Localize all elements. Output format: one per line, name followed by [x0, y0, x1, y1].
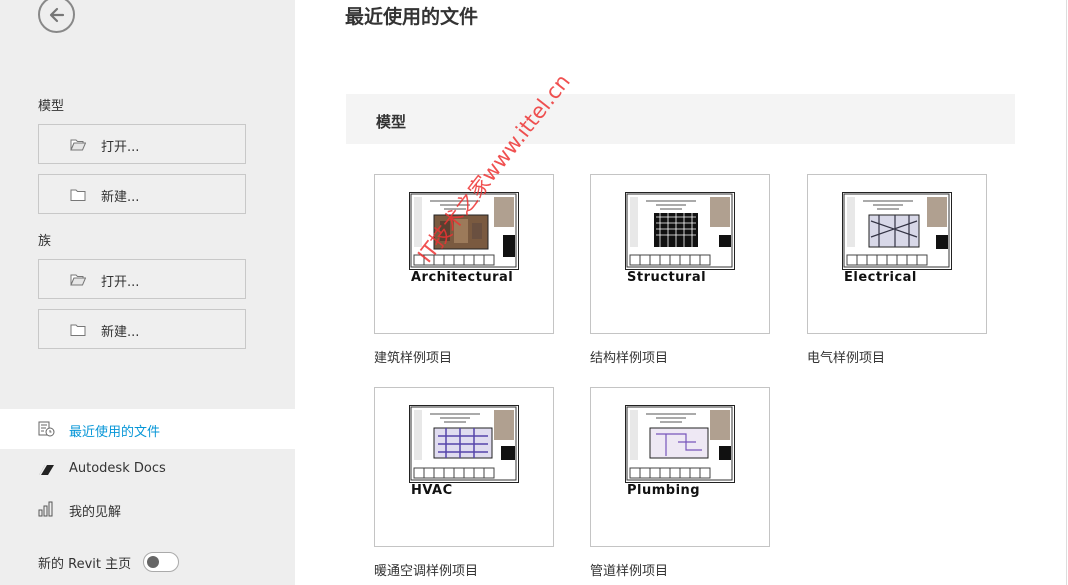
- folder-icon: [70, 189, 86, 201]
- nav-autodesk-docs-label: Autodesk Docs: [69, 461, 166, 476]
- bar-chart-icon: [38, 501, 53, 517]
- new-home-toggle-row: 新的 Revit 主页: [38, 552, 180, 572]
- project-card-label[interactable]: 电气样例项目: [807, 347, 885, 366]
- recent-files-icon: [38, 421, 55, 437]
- thumbnail-discipline-text: Architectural: [411, 270, 514, 285]
- nav-autodesk-docs[interactable]: Autodesk Docs: [0, 449, 295, 489]
- project-thumbnail: [409, 192, 519, 270]
- project-card-label[interactable]: 管道样例项目: [590, 560, 668, 579]
- folder-open-icon: [70, 139, 86, 151]
- new-home-toggle[interactable]: [143, 552, 180, 572]
- thumbnail-discipline-text: Electrical: [844, 270, 917, 285]
- nav-my-insights[interactable]: 我的见解: [0, 489, 295, 529]
- project-thumbnail: [842, 192, 952, 270]
- nav-my-insights-label: 我的见解: [69, 505, 122, 520]
- folder-open-icon: [70, 274, 86, 286]
- folder-icon: [70, 324, 86, 336]
- families-section-label: 族: [38, 234, 52, 249]
- family-new-button[interactable]: 新建...: [38, 309, 246, 349]
- models-section-title: 模型: [376, 113, 407, 131]
- model-new-label: 新建...: [101, 190, 140, 205]
- family-open-button[interactable]: 打开...: [38, 259, 246, 299]
- project-card-electrical[interactable]: Electrical: [807, 174, 987, 334]
- model-open-label: 打开...: [101, 140, 140, 155]
- family-new-label: 新建...: [101, 325, 140, 340]
- project-card-structural[interactable]: Structural: [590, 174, 770, 334]
- toggle-knob: [147, 556, 160, 568]
- model-open-button[interactable]: 打开...: [38, 124, 246, 164]
- project-card-label[interactable]: 结构样例项目: [590, 347, 668, 366]
- project-thumbnail: [409, 405, 519, 483]
- nav-recent-files-label: 最近使用的文件: [69, 425, 161, 440]
- project-card-plumbing[interactable]: Plumbing: [590, 387, 770, 547]
- project-thumbnail: [625, 192, 735, 270]
- project-card-label[interactable]: 建筑样例项目: [374, 347, 452, 366]
- models-section-header: 模型: [346, 94, 1015, 144]
- family-open-label: 打开...: [101, 275, 140, 290]
- model-new-button[interactable]: 新建...: [38, 174, 246, 214]
- sidebar: 模型 打开... 新建... 族 打开... 新建... 最近使用的文件 Aut…: [0, 0, 295, 585]
- arrow-left-icon: [49, 7, 64, 22]
- project-card-label[interactable]: 暖通空调样例项目: [374, 560, 478, 579]
- thumbnail-discipline-text: Plumbing: [627, 483, 701, 498]
- back-button[interactable]: [38, 0, 75, 33]
- project-card-hvac[interactable]: HVAC: [374, 387, 554, 547]
- scrollbar-track[interactable]: [1066, 0, 1067, 585]
- new-home-toggle-label: 新的 Revit 主页: [38, 556, 132, 572]
- thumbnail-discipline-text: HVAC: [411, 483, 453, 498]
- models-section-label: 模型: [38, 99, 65, 114]
- autodesk-logo-icon: [39, 465, 54, 475]
- thumbnail-discipline-text: Structural: [627, 270, 707, 285]
- nav-recent-files[interactable]: 最近使用的文件: [0, 409, 295, 449]
- page-title: 最近使用的文件: [345, 6, 479, 28]
- project-thumbnail: [625, 405, 735, 483]
- project-card-architectural[interactable]: Architectural: [374, 174, 554, 334]
